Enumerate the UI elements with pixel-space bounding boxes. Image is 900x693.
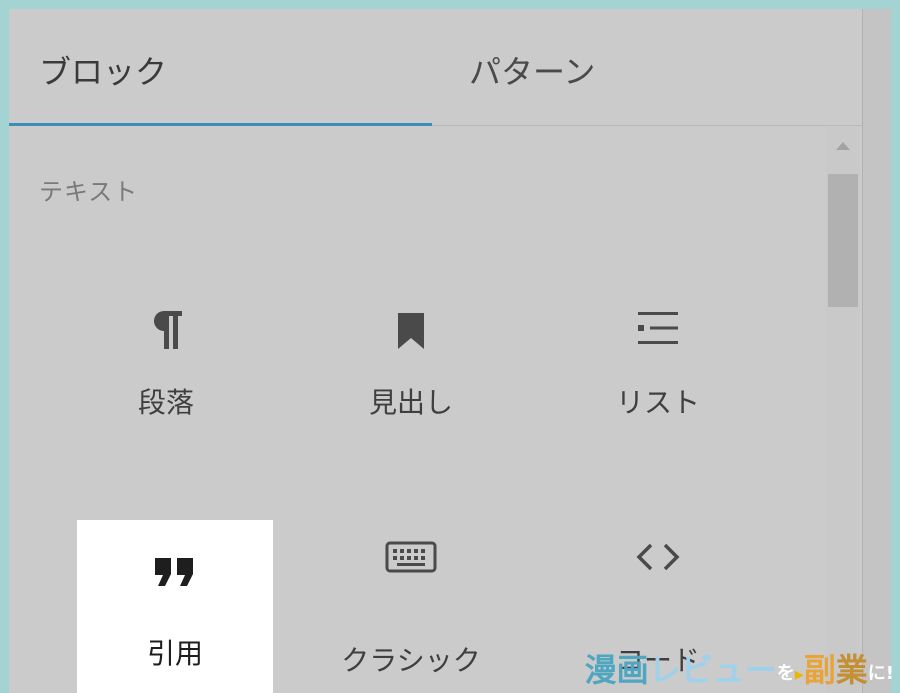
tab-patterns[interactable]: パターン: [432, 9, 862, 125]
block-item-heading[interactable]: 見出し: [313, 299, 509, 459]
watermark-text: に!: [867, 663, 894, 684]
watermark-arrow: ▸: [794, 664, 804, 685]
block-item-paragraph[interactable]: 段落: [68, 299, 264, 459]
block-inserter-panel: ブロック パターン テキスト 段落 見出し リスト 引用 クラシック コード: [9, 9, 891, 693]
keyboard-icon: [313, 527, 509, 587]
quote-icon: [77, 542, 273, 602]
watermark: 漫画 レビュー を ▸ 副 業 に!: [585, 651, 894, 691]
section-title-text: テキスト: [39, 178, 139, 206]
block-label: クラシック: [341, 644, 481, 677]
paragraph-icon: [68, 299, 264, 359]
block-item-classic[interactable]: クラシック: [313, 527, 509, 687]
block-item-list[interactable]: リスト: [560, 299, 756, 459]
list-icon: [560, 299, 756, 359]
side-panel-edge: [862, 9, 891, 693]
watermark-text: 業: [835, 651, 868, 689]
tab-blocks[interactable]: ブロック: [9, 9, 432, 126]
watermark-text: 副: [803, 651, 836, 689]
watermark-text: 漫画: [584, 651, 649, 689]
block-label: 引用: [146, 637, 203, 670]
tab-patterns-label: パターン: [469, 53, 596, 91]
scroll-up-arrow-icon[interactable]: [836, 142, 850, 150]
tab-blocks-label: ブロック: [39, 53, 168, 91]
watermark-text: を: [776, 663, 795, 684]
watermark-text: レビュー: [648, 651, 777, 689]
inserter-tabs: ブロック パターン: [9, 9, 862, 126]
block-label: 段落: [137, 386, 194, 419]
block-item-quote[interactable]: 引用: [77, 520, 273, 693]
block-label: 見出し: [368, 386, 453, 419]
scroll-thumb[interactable]: [828, 174, 858, 307]
code-icon: [560, 527, 756, 587]
scrollbar[interactable]: [826, 127, 860, 693]
bookmark-icon: [313, 299, 509, 359]
block-label: リスト: [615, 386, 700, 419]
